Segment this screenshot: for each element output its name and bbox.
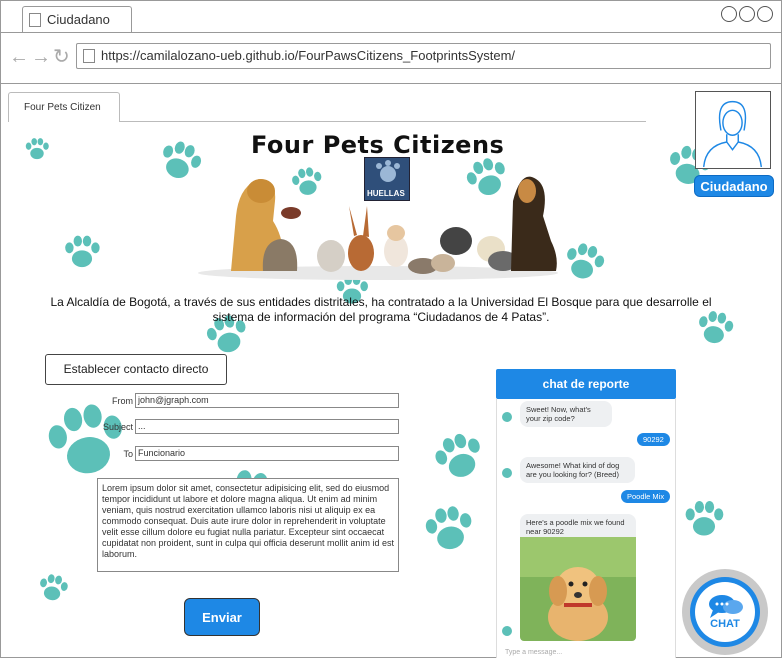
chat-launcher-button[interactable]: CHAT [682, 569, 768, 655]
browser-window: Ciudadano ← → ↻ https://camilalozano-ueb… [0, 0, 782, 658]
close-button[interactable] [757, 6, 773, 22]
paw-print-icon [61, 231, 103, 273]
subject-field[interactable]: ... [135, 419, 399, 434]
chat-panel[interactable]: Sweet! Now, what's your zip code? 90292 … [496, 399, 676, 658]
maximize-button[interactable] [739, 6, 755, 22]
page-title: Four Pets Citizens [251, 131, 505, 159]
user-avatar[interactable] [695, 91, 771, 169]
bot-avatar-icon [501, 467, 513, 479]
send-button[interactable]: Enviar [184, 598, 260, 636]
page-icon [83, 49, 95, 63]
tab-label: Four Pets Citizen [24, 102, 101, 113]
chat-launcher-label: CHAT [710, 618, 740, 630]
tab-four-pets-citizen[interactable]: Four Pets Citizen [8, 92, 120, 122]
chat-input[interactable]: Type a message... [505, 649, 562, 656]
puppy-image [520, 537, 636, 641]
huellas-logo-text: HUELLAS [367, 189, 405, 198]
browser-tab[interactable]: Ciudadano [22, 6, 132, 32]
paw-print-icon [681, 496, 727, 542]
forward-arrow-icon[interactable]: → [31, 47, 51, 67]
bot-avatar-icon [501, 625, 513, 637]
paw-print-icon [33, 568, 72, 607]
to-label: To [123, 449, 133, 459]
paw-print-icon [417, 497, 482, 562]
contact-direct-button[interactable]: Establecer contacto directo [45, 354, 227, 385]
divider [1, 83, 782, 84]
chat-message-bot: Sweet! Now, what's your zip code? [520, 401, 612, 427]
page-icon [29, 13, 41, 27]
from-field[interactable]: john@jgraph.com [135, 393, 399, 408]
chat-message-user: 90292 [637, 433, 670, 446]
huellas-logo: HUELLAS [364, 157, 410, 201]
minimize-button[interactable] [721, 6, 737, 22]
user-role-badge[interactable]: Ciudadano [694, 175, 774, 197]
chat-message-bot: Awesome! What kind of dog are you lookin… [520, 457, 635, 483]
user-icon [702, 100, 763, 168]
divider [120, 121, 646, 122]
to-field[interactable]: Funcionario [135, 446, 399, 461]
paw-print-icon [23, 135, 51, 163]
subject-label: Subject [102, 422, 133, 432]
back-arrow-icon[interactable]: ← [9, 47, 29, 67]
paw-print-icon [423, 421, 495, 493]
chat-header: chat de reporte [496, 369, 676, 399]
browser-tab-title: Ciudadano [47, 12, 110, 27]
bot-avatar-icon [501, 411, 513, 423]
intro-text: La Alcaldía de Bogotá, a través de sus e… [50, 295, 712, 324]
reload-icon[interactable]: ↻ [53, 47, 70, 67]
url-text: https://camilalozano-ueb.github.io/FourP… [101, 48, 516, 63]
address-bar[interactable]: https://camilalozano-ueb.github.io/FourP… [76, 43, 771, 69]
chat-message-user: Poodle Mix [621, 490, 671, 503]
message-textarea[interactable]: Lorem ipsum dolor sit amet, consectetur … [97, 478, 399, 572]
divider [1, 32, 782, 33]
from-label: From [112, 396, 133, 406]
chat-bubbles-icon [709, 595, 743, 618]
